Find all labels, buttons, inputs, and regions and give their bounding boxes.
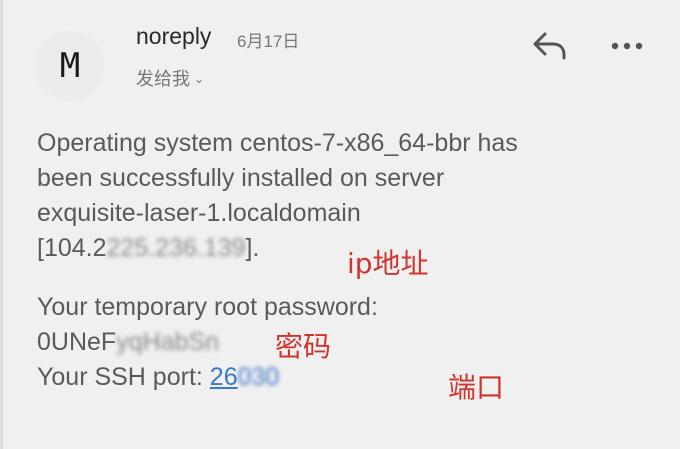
password-label: Your temporary root password: (37, 293, 378, 321)
ip-suffix: ]. (245, 234, 260, 262)
chevron-down-icon: ⌄ (194, 72, 205, 86)
ip-redacted: 225.236.139 (106, 234, 246, 262)
port-redacted: 030 (237, 363, 280, 391)
body-line-2: been successfully installed on server (37, 164, 445, 192)
reply-button[interactable] (529, 28, 569, 64)
port-prefix: 26 (209, 363, 238, 391)
email-header: M noreply 6月17日 发给我 ⌄ (3, 0, 680, 110)
password-redacted: yqHabSn (116, 328, 220, 356)
password-annotation: 密码 (275, 330, 332, 363)
ip-prefix: [104.2 (37, 234, 107, 262)
port-label: Your SSH port: (37, 363, 203, 391)
password-value: 0UNeFyqHabSn (37, 325, 657, 360)
body-line-1: Operating system centos-7-x86_64-bbr has (37, 129, 518, 157)
more-icon (611, 42, 643, 50)
ssh-port-line: Your SSH port: 26030 (37, 360, 657, 395)
body-line-3: exquisite-laser-1.localdomain (37, 199, 361, 227)
reply-icon (533, 32, 566, 60)
sender-name[interactable]: noreply (136, 23, 211, 50)
recipient-label: 发给我 (136, 69, 190, 89)
password-prefix: 0UNeF (37, 328, 117, 356)
sender-avatar: M (35, 31, 105, 101)
ssh-port-link[interactable]: 26030 (210, 363, 280, 391)
recipient-details-toggle[interactable]: 发给我 ⌄ (136, 65, 204, 91)
ip-annotation: ip地址 (347, 247, 429, 280)
email-view: M noreply 6月17日 发给我 ⌄ Operating system ce… (0, 0, 680, 449)
email-date: 6月17日 (237, 32, 300, 51)
port-annotation: 端口 (448, 371, 505, 404)
more-options-button[interactable] (607, 28, 647, 64)
